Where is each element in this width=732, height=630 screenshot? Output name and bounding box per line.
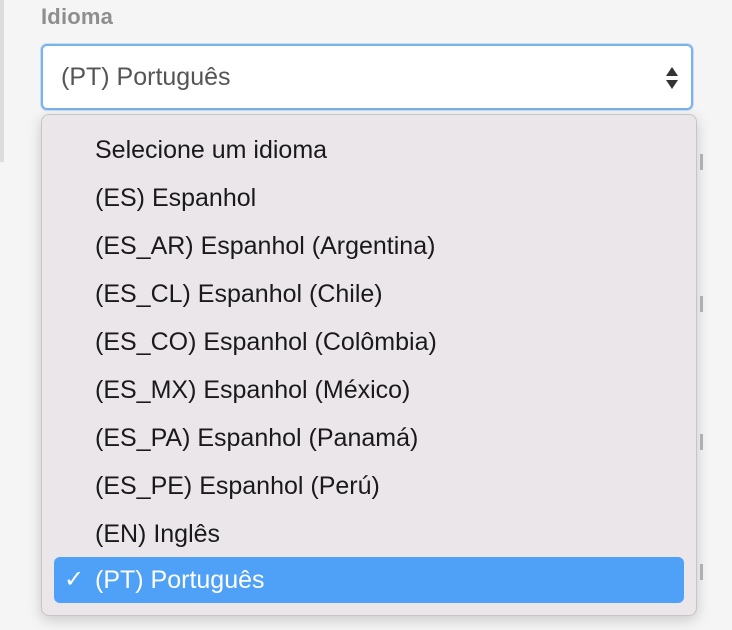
option-item[interactable]: Selecione um idioma [54, 127, 684, 173]
option-label: (ES_CL) Espanhol (Chile) [95, 280, 383, 308]
checkmark-icon: ✓ [64, 566, 85, 593]
option-label: Selecione um idioma [95, 136, 328, 164]
language-label: Idioma [41, 4, 114, 29]
option-label: (ES_PA) Espanhol (Panamá) [95, 424, 419, 452]
option-label: (ES_MX) Espanhol (México) [95, 376, 411, 404]
option-item[interactable]: (ES_CO) Espanhol (Colômbia) [54, 319, 684, 365]
option-label: (ES_PE) Espanhol (Perú) [95, 472, 380, 500]
option-item[interactable]: (ES_MX) Espanhol (México) [54, 367, 684, 413]
option-label: (ES_CO) Espanhol (Colômbia) [95, 328, 437, 356]
updown-arrows-icon [665, 64, 679, 92]
option-label: (PT) Português [95, 566, 265, 594]
option-item[interactable]: (ES_AR) Espanhol (Argentina) [54, 223, 684, 269]
language-select[interactable]: (PT) Português [41, 44, 693, 110]
option-label: (EN) Inglês [95, 520, 221, 548]
language-form: Idioma (PT) Português Selecione um idiom… [0, 0, 732, 630]
option-label: (ES) Espanhol [95, 184, 257, 212]
option-item[interactable]: (ES_PE) Espanhol (Perú) [54, 463, 684, 509]
option-item[interactable]: (ES_CL) Espanhol (Chile) [54, 271, 684, 317]
option-item[interactable]: (ES_PA) Espanhol (Panamá) [54, 415, 684, 461]
option-label: (ES_AR) Espanhol (Argentina) [95, 232, 436, 260]
language-dropdown-menu: Selecione um idioma (ES) Espanhol (ES_AR… [41, 114, 697, 616]
container-edge [0, 0, 4, 162]
background-edge-marks [700, 120, 708, 620]
option-item-selected[interactable]: ✓ (PT) Português [54, 557, 684, 603]
option-item[interactable]: (ES) Espanhol [54, 175, 684, 221]
option-item[interactable]: (EN) Inglês [54, 511, 684, 557]
select-current-value: (PT) Português [61, 63, 231, 91]
